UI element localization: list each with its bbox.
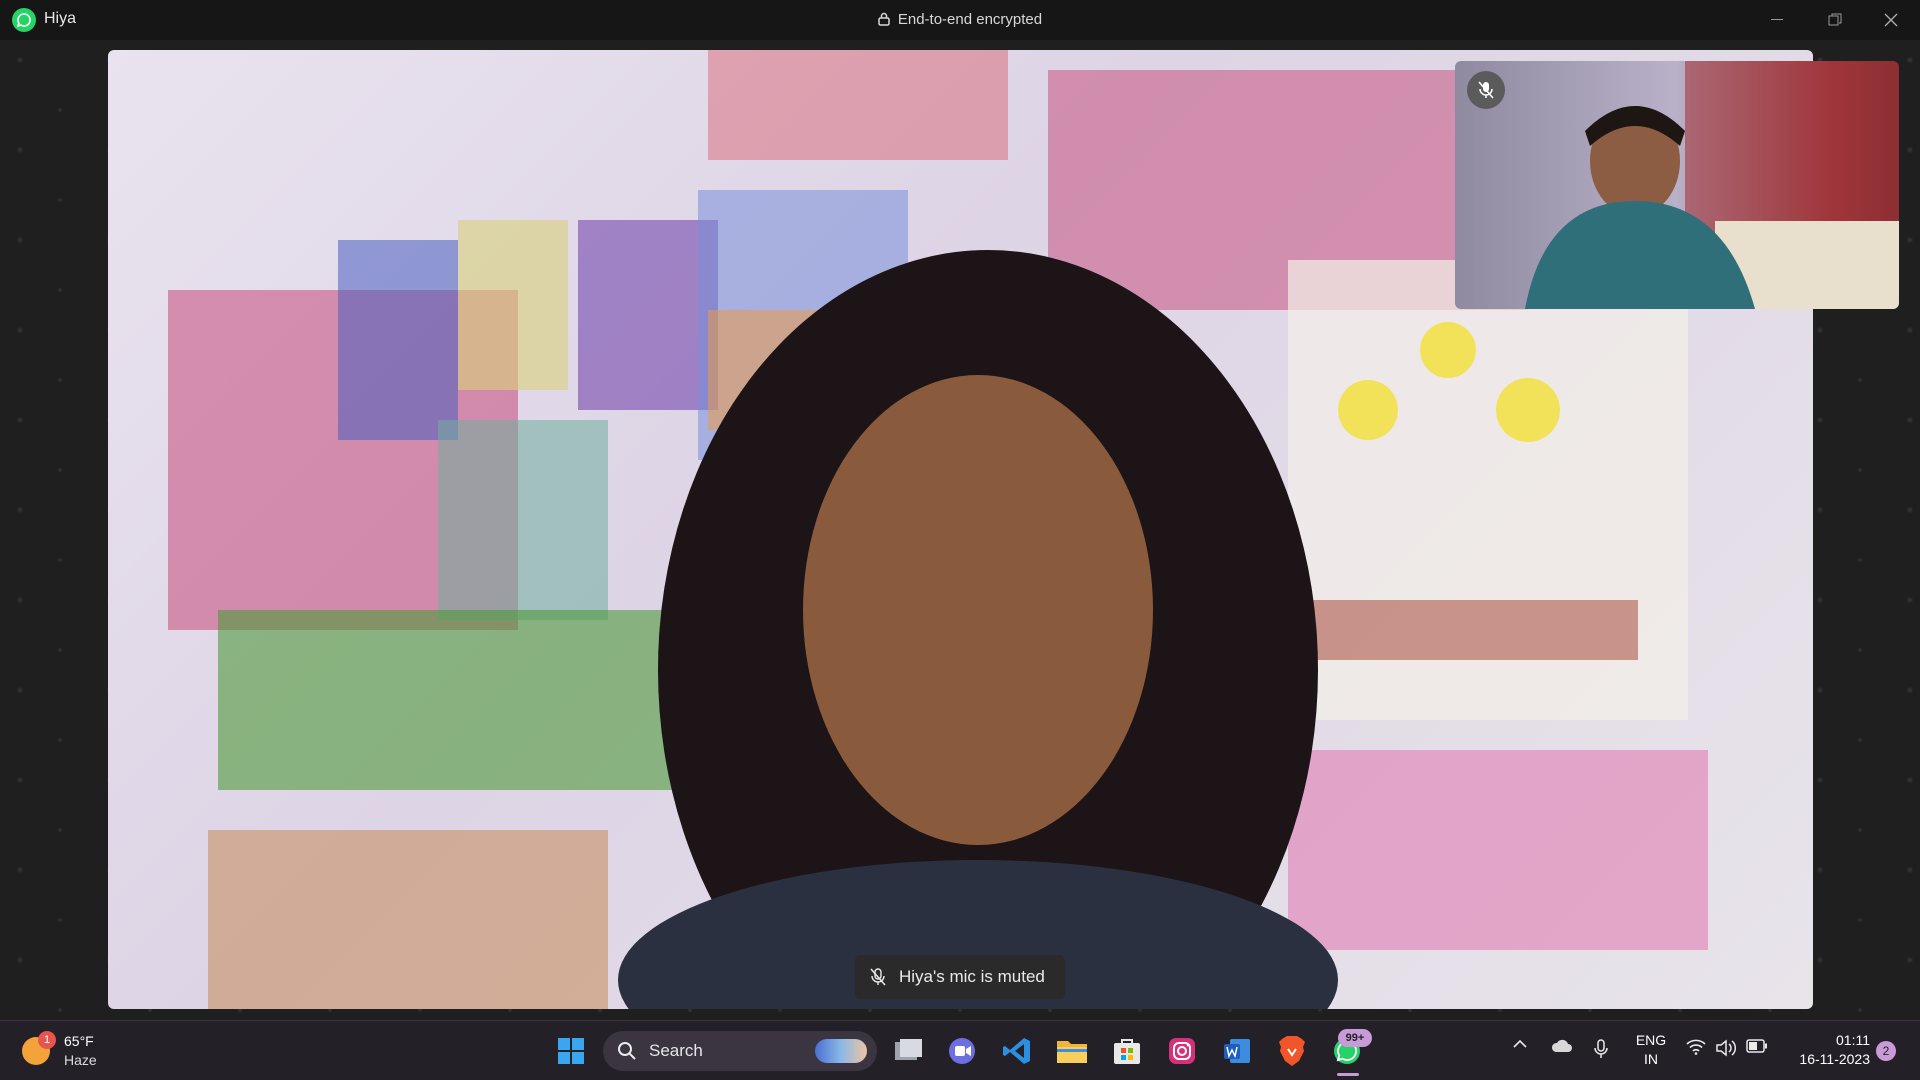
vscode-button[interactable] [999,1033,1035,1069]
clock-time: 01:11 [1836,1032,1870,1048]
show-hidden-icons-button[interactable] [1512,1039,1528,1049]
windows-logo-icon [558,1038,584,1064]
teams-video-icon [949,1038,975,1064]
teams-meet-button[interactable] [944,1033,980,1069]
self-video-preview[interactable] [1455,61,1899,309]
lock-icon [878,12,890,30]
encryption-label: End-to-end encrypted [897,11,1043,28]
mic-off-icon [869,967,887,987]
mic-muted-text: Hiya's mic is muted [899,967,1045,986]
instagram-button[interactable] [1164,1033,1200,1069]
battery-icon [1746,1039,1767,1053]
microphone-tray-button[interactable] [1594,1039,1608,1059]
start-button[interactable] [553,1033,589,1069]
cloud-icon [1551,1039,1572,1052]
active-app-indicator [1337,1073,1359,1076]
whatsapp-unread-badge: 99+ [1338,1029,1372,1047]
minimize-icon [1771,19,1783,20]
mic-off-icon [1478,81,1494,99]
vscode-icon [1003,1038,1030,1064]
weather-temperature: 65°F [64,1033,94,1049]
search-label: Search [649,1041,703,1060]
notification-count-badge[interactable]: 2 [1876,1041,1896,1061]
close-icon [1884,13,1898,27]
search-highlight-icon [815,1039,867,1063]
windows-taskbar: 1 65°F Haze Search 99+ ENG IN 01:11 16-1… [0,1020,1920,1080]
encryption-status: End-to-end encrypted [0,11,1920,30]
title-bar: Hiya End-to-end encrypted [0,0,1920,40]
clock[interactable]: 01:11 16-11-2023 [1780,1031,1870,1069]
taskbar-search[interactable]: Search [603,1031,877,1071]
battery-button[interactable] [1746,1039,1768,1053]
chevron-up-icon [1513,1039,1527,1048]
microsoft-store-button[interactable] [1109,1033,1145,1069]
language-code: ENG [1635,1032,1667,1048]
brave-lion-icon [1279,1036,1305,1066]
restore-button[interactable] [1806,0,1864,40]
folder-icon [1057,1041,1087,1063]
minimize-button[interactable] [1748,0,1806,40]
language-region: IN [1644,1051,1658,1067]
mic-muted-toast: Hiya's mic is muted [855,955,1065,999]
clock-date: 16-11-2023 [1799,1051,1870,1067]
speaker-icon [1716,1039,1737,1057]
input-language[interactable]: ENG IN [1632,1031,1670,1069]
task-view-button[interactable] [890,1033,926,1069]
search-icon [618,1042,636,1060]
store-icon [1114,1039,1140,1064]
wifi-icon [1686,1039,1706,1055]
self-mic-muted-indicator [1467,71,1505,109]
instagram-icon [1169,1038,1195,1064]
weather-badge: 1 [38,1031,56,1049]
weather-condition: Haze [64,1052,97,1068]
file-explorer-button[interactable] [1054,1033,1090,1069]
microphone-icon [1594,1039,1608,1058]
word-button[interactable] [1219,1033,1255,1069]
network-button[interactable] [1686,1039,1706,1055]
word-icon [1224,1039,1250,1063]
close-button[interactable] [1862,0,1920,40]
restore-icon [1828,13,1842,26]
brave-browser-button[interactable] [1274,1033,1310,1069]
weather-widget[interactable]: 1 65°F Haze [22,1031,132,1073]
self-video-frame [1525,61,1899,309]
onedrive-button[interactable] [1550,1039,1572,1053]
task-view-icon [895,1039,922,1060]
volume-button[interactable] [1716,1039,1738,1057]
